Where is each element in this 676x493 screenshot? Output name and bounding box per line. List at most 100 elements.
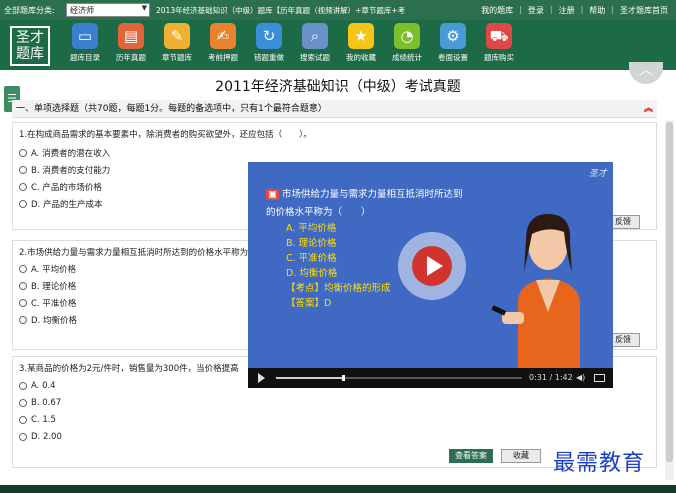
section-header: 一、单项选择题（共70题，每题1分。每题的备选项中，只有1个最符合题意） ︽ xyxy=(12,100,657,118)
radio-button[interactable] xyxy=(19,416,27,424)
link-register[interactable]: 注册 xyxy=(559,5,575,16)
option-a[interactable]: A. 平均价格 xyxy=(19,263,76,275)
option-label: A. 消费者的潜在收入 xyxy=(31,149,111,159)
nav-item-label: 卷面设置 xyxy=(438,53,468,62)
nav-item-label: 题库购买 xyxy=(484,53,514,62)
video-answer: 【答案】D xyxy=(286,298,332,309)
category-select[interactable]: 经济师 ▼ xyxy=(66,3,150,17)
radio-button[interactable] xyxy=(19,433,27,441)
scrollbar[interactable] xyxy=(665,120,674,480)
link-login[interactable]: 登录 xyxy=(528,5,544,16)
option-label: D. 产品的生产成本 xyxy=(31,200,103,210)
option-d[interactable]: D. 2.00 xyxy=(19,432,62,442)
nav-item-label: 历年真题 xyxy=(116,53,146,62)
link-my-bank[interactable]: 我的题库 xyxy=(481,5,513,16)
option-c[interactable]: C. 1.5 xyxy=(19,415,56,425)
volume-icon[interactable]: ◀) xyxy=(576,373,585,382)
video-time: 0:31 / 1:42 xyxy=(529,373,573,382)
radio-button[interactable] xyxy=(19,399,27,407)
nav-item-3[interactable]: ✍ 考前押题 xyxy=(200,23,246,63)
collapse-section-icon[interactable]: ︽ xyxy=(644,100,653,118)
control-play-icon[interactable] xyxy=(258,373,265,383)
video-option-a: A. 平均价格 xyxy=(286,223,337,234)
instructor-image xyxy=(488,182,608,368)
option-label: C. 平准价格 xyxy=(31,299,77,309)
option-label: B. 消费者的支付能力 xyxy=(31,166,111,176)
radio-button[interactable] xyxy=(19,316,27,324)
chart-icon: ◔ xyxy=(394,23,420,49)
radio-button[interactable] xyxy=(19,299,27,307)
video-option-d: D. 均衡价格 xyxy=(286,268,338,279)
category-label: 全部题库分类: xyxy=(4,6,55,15)
favorite-button[interactable]: 收藏 xyxy=(501,449,541,463)
option-label: D. 均衡价格 xyxy=(31,316,77,326)
fullscreen-icon[interactable] xyxy=(594,374,605,382)
nav-item-0[interactable]: ▭ 题库目录 xyxy=(62,23,108,63)
radio-button[interactable] xyxy=(19,183,27,191)
option-label: B. 0.67 xyxy=(31,398,62,408)
top-bar: 全部题库分类: 经济师 ▼ 2013年经济基础知识（中级）题库【历年真题（视频讲… xyxy=(0,0,676,20)
option-label: A. 平均价格 xyxy=(31,265,77,275)
video-player[interactable]: 圣才 ▣ 市场供给力量与需求力量相互抵消时所达到 的价格水平称为（ ） A. 平均… xyxy=(248,162,613,388)
nav-item-label: 搜索试题 xyxy=(300,53,330,62)
option-d[interactable]: D. 产品的生产成本 xyxy=(19,198,102,210)
option-b[interactable]: B. 消费者的支付能力 xyxy=(19,164,110,176)
video-progress-bar[interactable] xyxy=(276,375,522,381)
option-label: D. 2.00 xyxy=(31,432,62,442)
footer-bar xyxy=(0,485,676,493)
scrollbar-thumb[interactable] xyxy=(666,122,673,462)
link-help[interactable]: 帮助 xyxy=(589,5,605,16)
option-a[interactable]: A. 0.4 xyxy=(19,381,56,391)
link-home[interactable]: 圣才题库首页 xyxy=(620,5,668,16)
video-frame: 圣才 ▣ 市场供给力量与需求力量相互抵消时所达到 的价格水平称为（ ） A. 平均… xyxy=(248,162,613,368)
nav-item-label: 我的收藏 xyxy=(346,53,376,62)
question-marker-icon: ▣ xyxy=(266,189,279,200)
video-point: 【考点】均衡价格的形成 xyxy=(286,283,391,294)
option-label: A. 0.4 xyxy=(31,381,56,391)
option-d[interactable]: D. 均衡价格 xyxy=(19,314,77,326)
search-icon: ⌕ xyxy=(302,23,328,49)
main-nav: 圣才 题库 ▭ 题库目录 ▤ 历年真题 ✎ 章节题库 ✍ 考前押题 ↻ 错题重做 ⌕ 搜索试题 ★ 我的收藏… xyxy=(0,20,676,70)
question-text: 2.市场供给力量与需求力量相互抵消时所达到的价格水平称为（ ）。 xyxy=(19,248,287,258)
option-c[interactable]: C. 产品的市场价格 xyxy=(19,181,102,193)
nav-item-6[interactable]: ★ 我的收藏 xyxy=(338,23,384,63)
refresh-icon: ↻ xyxy=(256,23,282,49)
logo: 圣才 题库 xyxy=(10,26,50,66)
option-c[interactable]: C. 平准价格 xyxy=(19,297,76,309)
category-value: 经济师 xyxy=(70,6,94,15)
nav-item-7[interactable]: ◔ 成绩统计 xyxy=(384,23,430,63)
option-b[interactable]: B. 理论价格 xyxy=(19,280,76,292)
option-label: C. 1.5 xyxy=(31,415,56,425)
radio-button[interactable] xyxy=(19,382,27,390)
notepad-icon: ✎ xyxy=(164,23,190,49)
nav-item-5[interactable]: ⌕ 搜索试题 xyxy=(292,23,338,63)
option-a[interactable]: A. 消费者的潜在收入 xyxy=(19,147,110,159)
nav-item-1[interactable]: ▤ 历年真题 xyxy=(108,23,154,63)
video-progress-knob[interactable] xyxy=(342,375,346,381)
monitor-icon: ▭ xyxy=(72,23,98,49)
video-question-line2: 的价格水平称为（ ） xyxy=(266,207,371,218)
nav-item-label: 错题重做 xyxy=(254,53,284,62)
nav-item-8[interactable]: ⚙ 卷面设置 xyxy=(430,23,476,63)
video-question-text: 市场供给力量与需求力量相互抵消时所达到 xyxy=(281,189,463,200)
radio-button[interactable] xyxy=(19,265,27,273)
play-button[interactable] xyxy=(398,232,466,300)
radio-button[interactable] xyxy=(19,200,27,208)
nav-item-2[interactable]: ✎ 章节题库 xyxy=(154,23,200,63)
radio-button[interactable] xyxy=(19,282,27,290)
radio-button[interactable] xyxy=(19,149,27,157)
nav-item-label: 成绩统计 xyxy=(392,53,422,62)
top-links: 我的题库 | 登录 | 注册 | 帮助 | 圣才题库首页 xyxy=(481,5,668,16)
nav-item-label: 考前押题 xyxy=(208,53,238,62)
nav-item-label: 章节题库 xyxy=(162,53,192,62)
nav-item-label: 题库目录 xyxy=(70,53,100,62)
video-progress-fill xyxy=(276,377,343,379)
book-icon: ▤ xyxy=(118,23,144,49)
chevron-down-icon: ▼ xyxy=(141,4,147,12)
view-answer-button[interactable]: 查看答案 xyxy=(449,449,493,463)
radio-button[interactable] xyxy=(19,166,27,174)
nav-item-9[interactable]: ⛟ 题库购买 xyxy=(476,23,522,63)
nav-item-4[interactable]: ↻ 错题重做 xyxy=(246,23,292,63)
video-option-c: C. 平准价格 xyxy=(286,253,337,264)
option-b[interactable]: B. 0.67 xyxy=(19,398,61,408)
